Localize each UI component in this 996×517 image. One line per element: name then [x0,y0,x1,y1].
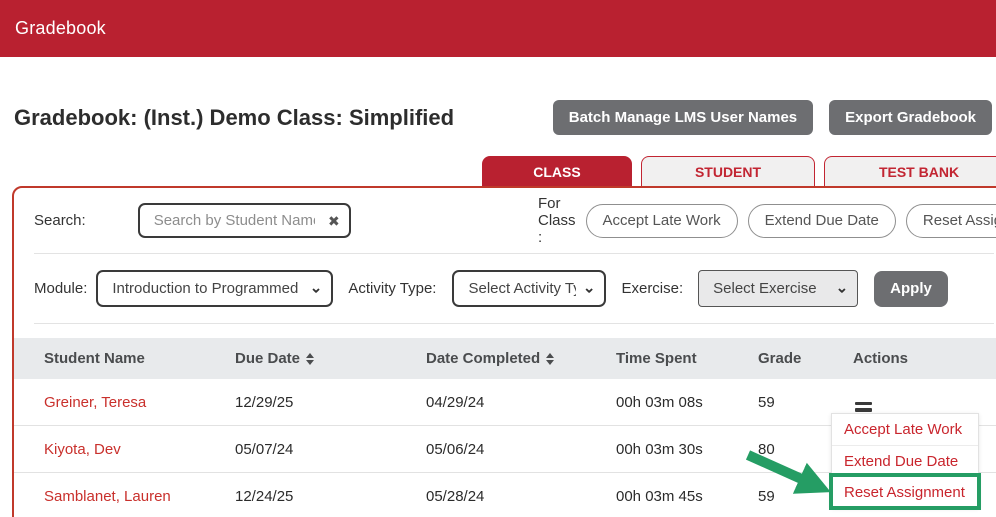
reset-assignment-button[interactable]: Reset Assignment [905,203,996,238]
export-gradebook-button[interactable]: Export Gradebook [829,100,992,135]
accept-late-work-button[interactable]: Accept Late Work [585,203,738,238]
title-row: Gradebook: (Inst.) Demo Class: Simplifie… [0,57,996,156]
due-date-cell: 12/29/25 [235,393,294,411]
for-class-group: For Class : Accept Late Work Extend Due … [538,188,996,253]
menu-item-accept-late-work[interactable]: Accept Late Work [832,414,978,445]
row-actions-menu: Accept Late Work Extend Due Date Reset A… [829,413,981,510]
chevron-down-icon: ⌄ [835,278,849,296]
student-name-link[interactable]: Greiner, Teresa [44,394,146,411]
tab-test-bank[interactable]: TEST BANK [824,156,996,187]
student-name-link[interactable]: Samblanet, Lauren [44,488,171,505]
chevron-down-icon: ⌄ [582,278,596,296]
page-title: Gradebook: (Inst.) Demo Class: Simplifie… [14,104,455,130]
divider [34,323,994,324]
col-header-date-completed[interactable]: Date Completed [426,350,616,367]
tab-bar: CLASS STUDENT TEST BANK [482,156,996,187]
menu-item-reset-assignment[interactable]: Reset Assignment [829,473,981,510]
date-completed-cell: 04/29/24 [426,393,485,411]
tab-student[interactable]: STUDENT [641,156,815,187]
search-label: Search: [34,212,86,229]
activity-type-select[interactable]: Select Activity Typ ⌄ [452,270,607,307]
due-date-cell: 05/07/24 [235,440,294,458]
search-input-wrap: ✖ [137,203,351,238]
module-select-value: Introduction to Programmed Le [112,280,304,297]
extend-due-date-button[interactable]: Extend Due Date [747,203,896,238]
time-spent-cell: 00h 03m 08s [616,393,703,411]
module-select[interactable]: Introduction to Programmed Le ⌄ [96,270,334,307]
exercise-select[interactable]: Select Exercise ⌄ [698,270,859,307]
table-header-row: Student Name Due Date Date Completed Tim… [14,338,996,379]
due-date-cell: 12/24/25 [235,487,294,505]
exercise-label: Exercise: [621,280,684,297]
student-name-link[interactable]: Kiyota, Dev [44,441,121,458]
for-class-label: For Class : [538,195,576,246]
search-row: Search: ✖ For Class : Accept Late Work E… [14,188,996,253]
col-header-student-name: Student Name [44,350,145,367]
grade-cell: 59 [758,393,775,411]
sort-icon[interactable] [306,352,315,365]
search-input[interactable] [137,203,351,238]
date-completed-cell: 05/06/24 [426,440,485,458]
col-header-grade: Grade [758,350,802,367]
time-spent-cell: 00h 03m 45s [616,487,703,505]
col-header-actions: Actions [853,350,909,367]
apply-button[interactable]: Apply [874,270,948,307]
row-actions-menu-icon[interactable] [855,401,872,412]
exercise-select-value: Select Exercise [713,280,817,297]
menu-item-extend-due-date[interactable]: Extend Due Date [832,445,978,476]
date-completed-cell: 05/28/24 [426,487,485,505]
batch-manage-lms-button[interactable]: Batch Manage LMS User Names [552,100,814,135]
app-header: Gradebook [0,0,996,57]
col-header-due-date[interactable]: Due Date [235,350,426,367]
col-header-time-spent: Time Spent [616,350,697,367]
clear-search-icon[interactable]: ✖ [328,214,340,228]
app-title: Gradebook [15,18,106,38]
tab-class[interactable]: CLASS [482,156,632,187]
activity-type-label: Activity Type: [348,280,437,297]
activity-type-select-value: Select Activity Typ [468,280,576,297]
module-label: Module: [34,280,88,297]
sort-icon[interactable] [546,352,555,365]
filter-row: Module: Introduction to Programmed Le ⌄ … [14,254,996,323]
time-spent-cell: 00h 03m 30s [616,440,703,458]
gradebook-screen: Gradebook Gradebook: (Inst.) Demo Class:… [0,0,996,517]
chevron-down-icon: ⌄ [309,278,323,296]
title-buttons: Batch Manage LMS User Names Export Grade… [552,100,994,135]
